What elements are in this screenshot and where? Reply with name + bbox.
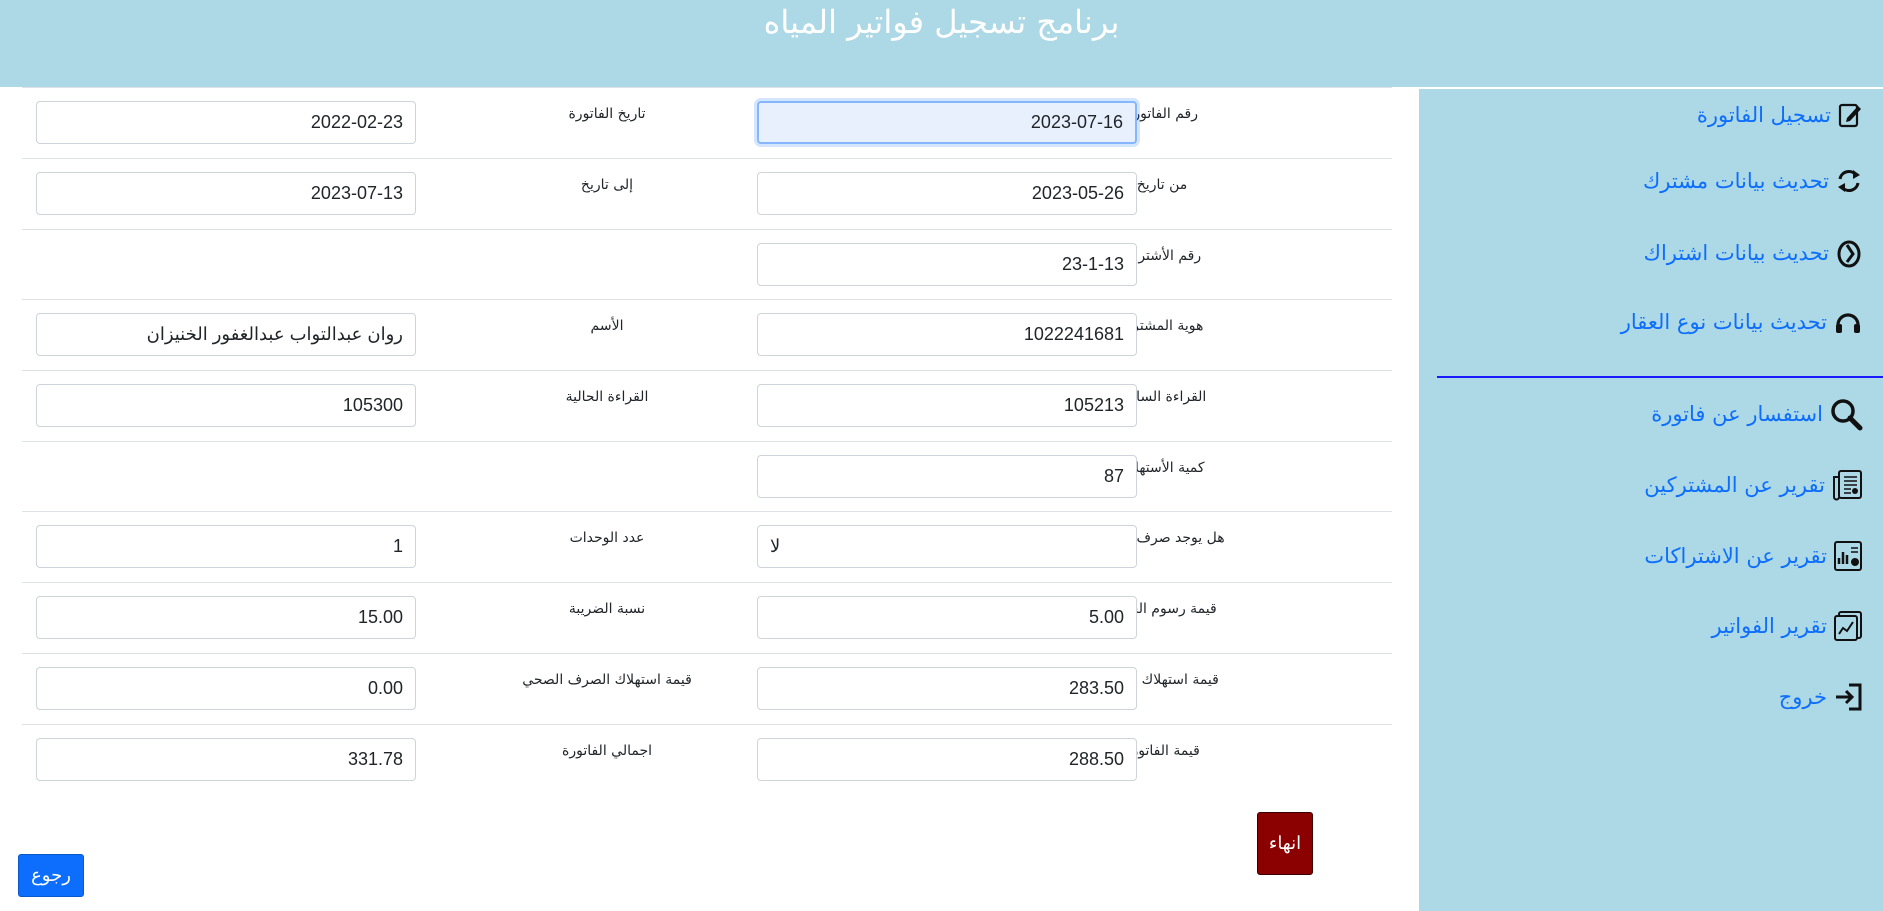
- finish-button[interactable]: انهاء: [1257, 812, 1313, 875]
- sidebar-item-subscribers-report[interactable]: تقرير عن المشتركين: [1644, 469, 1863, 501]
- service-fee-field[interactable]: [757, 596, 1137, 639]
- sewage-field[interactable]: [757, 525, 1137, 568]
- back-button[interactable]: رجوع: [18, 854, 84, 897]
- headset-icon: [1833, 307, 1863, 337]
- sidebar-item-label: تحديث بيانات اشتراك: [1643, 241, 1829, 265]
- sidebar-item-invoice-inquiry[interactable]: استفسار عن فاتورة: [1651, 397, 1863, 431]
- sidebar-item-invoices-report[interactable]: تقرير الفواتير: [1712, 610, 1863, 642]
- sidebar-item-update-property-type[interactable]: تحديث بيانات نوع العقار: [1621, 307, 1863, 337]
- to-date-field[interactable]: [36, 172, 416, 215]
- sidebar-item-update-subscriber[interactable]: تحديث بيانات مشترك: [1643, 167, 1863, 195]
- sidebar-item-label: تقرير عن المشتركين: [1644, 473, 1825, 497]
- water-consumption-value-field[interactable]: [757, 667, 1137, 710]
- sidebar: تسجيل الفاتورة تحديث بيانات مشترك تحديث …: [1419, 87, 1883, 911]
- sidebar-item-label: خروج: [1778, 685, 1827, 709]
- sidebar-item-label: تسجيل الفاتورة: [1696, 103, 1831, 127]
- sidebar-item-label: تقرير عن الاشتراكات: [1644, 544, 1827, 568]
- units-count-label: عدد الوحدات: [569, 530, 645, 546]
- form-row: القراءة السابقة القراءة الحالية: [22, 370, 1392, 441]
- form-row: هوية المشترك الأسم: [22, 299, 1392, 370]
- sidebar-item-label: تحديث بيانات مشترك: [1642, 169, 1829, 193]
- report-graph-icon: [1833, 610, 1863, 642]
- sidebar-item-register-invoice[interactable]: تسجيل الفاتورة: [1697, 101, 1863, 129]
- subscription-number-field[interactable]: [757, 243, 1137, 286]
- sidebar-item-update-subscription[interactable]: تحديث بيانات اشتراك: [1644, 237, 1863, 269]
- tax-rate-field[interactable]: [36, 596, 416, 639]
- report-chart-icon: [1833, 540, 1863, 572]
- edit-icon: [1837, 101, 1863, 129]
- search-icon: [1829, 397, 1863, 431]
- circular-arrow-icon: [1835, 237, 1863, 269]
- sidebar-item-label: استفسار عن فاتورة: [1651, 402, 1823, 426]
- form-row: من تاريخ إلى تاريخ: [22, 158, 1392, 229]
- invoice-total-field[interactable]: [36, 738, 416, 781]
- name-label: الأسم: [590, 318, 624, 334]
- form-row: قيمة استهلاك المياه قيمة استهلاك الصرف ا…: [22, 653, 1392, 724]
- invoice-value-field[interactable]: [757, 738, 1137, 781]
- sewage-consumption-value-label: قيمة استهلاك الصرف الصحي: [522, 672, 692, 688]
- sidebar-divider: [1437, 376, 1883, 378]
- form-row: رقم الأشتراك: [22, 229, 1392, 300]
- form-row: هل يوجد صرف صحي عدد الوحدات: [22, 511, 1392, 582]
- tax-rate-label: نسبة الضريبة: [568, 601, 646, 617]
- to-date-label: إلى تاريخ: [580, 177, 634, 193]
- subscriber-id-field[interactable]: [757, 313, 1137, 356]
- refresh-icon: [1835, 167, 1863, 195]
- sidebar-item-subscriptions-report[interactable]: تقرير عن الاشتراكات: [1644, 540, 1863, 572]
- consumption-amount-field[interactable]: [757, 455, 1137, 498]
- invoice-date-field[interactable]: [36, 101, 416, 144]
- app-header: برنامج تسجيل فواتير المياه: [0, 0, 1883, 87]
- exit-icon: [1833, 681, 1863, 713]
- sewage-consumption-value-field[interactable]: [36, 667, 416, 710]
- invoice-date-label: تاريخ الفاتورة: [568, 106, 646, 122]
- form-row: رقم الفاتورة تاريخ الفاتورة: [22, 87, 1392, 158]
- previous-reading-field[interactable]: [757, 384, 1137, 427]
- from-date-field[interactable]: [757, 172, 1137, 215]
- current-reading-field[interactable]: [36, 384, 416, 427]
- sidebar-item-exit[interactable]: خروج: [1779, 681, 1863, 713]
- name-field[interactable]: [36, 313, 416, 356]
- form-row: كمية الأستهلاك: [22, 441, 1392, 512]
- newspaper-icon: [1831, 469, 1863, 501]
- app-title: برنامج تسجيل فواتير المياه: [763, 3, 1120, 41]
- form-row: قيمة الفاتورة اجمالي الفاتورة: [22, 724, 1392, 795]
- sidebar-item-label: تحديث بيانات نوع العقار: [1620, 310, 1827, 334]
- current-reading-label: القراءة الحالية: [565, 389, 649, 405]
- form-row: قيمة رسوم الخدمة نسبة الضريبة: [22, 582, 1392, 653]
- units-count-field[interactable]: [36, 525, 416, 568]
- invoice-total-label: اجمالي الفاتورة: [561, 743, 652, 759]
- sidebar-item-label: تقرير الفواتير: [1711, 614, 1827, 638]
- invoice-number-field[interactable]: [757, 101, 1137, 144]
